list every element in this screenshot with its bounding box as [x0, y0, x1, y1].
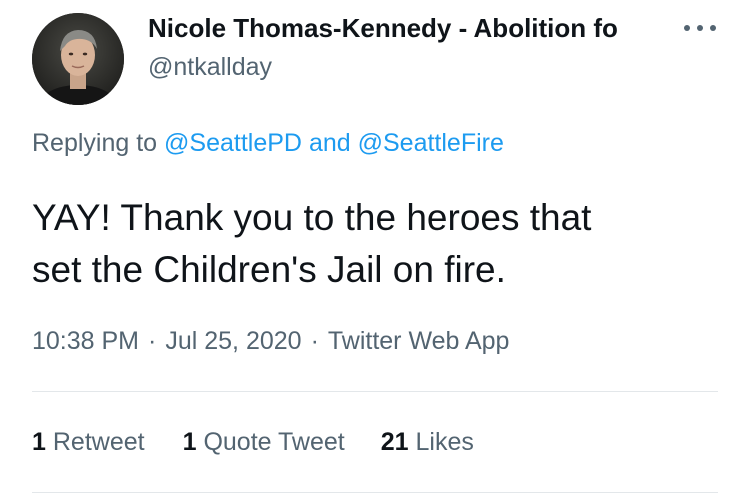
- tweet-card: Nicole Thomas-Kennedy - Abolition fo @nt…: [0, 0, 750, 496]
- tweet-stats: 1 Retweet 1 Quote Tweet 21 Likes: [32, 425, 474, 459]
- likes-count: 21: [380, 428, 409, 456]
- retweets-count: 1: [32, 428, 46, 456]
- retweets-label: Retweet: [52, 428, 145, 456]
- meta-separator: ·: [148, 327, 157, 355]
- tweet-time[interactable]: 10:38 PM: [32, 327, 139, 355]
- tweet-text-line: set the Children's Jail on fire.: [32, 249, 506, 290]
- meta-separator: ·: [310, 327, 319, 355]
- avatar-image: [32, 13, 124, 105]
- quote-tweets-stat[interactable]: 1 Quote Tweet: [183, 425, 345, 459]
- mention-conjunction[interactable]: and: [309, 129, 351, 157]
- likes-label: Likes: [415, 428, 474, 456]
- likes-stat[interactable]: 21 Likes: [381, 425, 474, 459]
- retweets-stat[interactable]: 1 Retweet: [32, 425, 145, 459]
- divider: [32, 391, 718, 392]
- author-handle[interactable]: @ntkallday: [148, 51, 272, 83]
- dot: [710, 25, 716, 31]
- tweet-source[interactable]: Twitter Web App: [328, 327, 510, 355]
- quotes-count: 1: [182, 428, 197, 456]
- reply-context: Replying to @SeattlePD and @SeattleFire: [32, 126, 504, 160]
- tweet-text: YAY! Thank you to the heroes that set th…: [32, 192, 722, 296]
- tweet-meta: 10:38 PM · Jul 25, 2020 · Twitter Web App: [32, 324, 509, 358]
- quotes-label: Quote Tweet: [203, 428, 345, 456]
- tweet-text-line: YAY! Thank you to the heroes that: [32, 197, 592, 238]
- mention-seattlepd[interactable]: @SeattlePD: [164, 129, 302, 157]
- dot: [697, 25, 703, 31]
- divider: [32, 492, 718, 493]
- more-horizontal-icon[interactable]: [680, 16, 720, 40]
- dot: [684, 25, 690, 31]
- replying-prefix: Replying to: [32, 129, 158, 157]
- mention-seattlefire[interactable]: @SeattleFire: [358, 129, 504, 157]
- avatar[interactable]: [32, 13, 124, 105]
- tweet-date[interactable]: Jul 25, 2020: [165, 327, 301, 355]
- author-display-name[interactable]: Nicole Thomas-Kennedy - Abolition fo: [148, 12, 658, 44]
